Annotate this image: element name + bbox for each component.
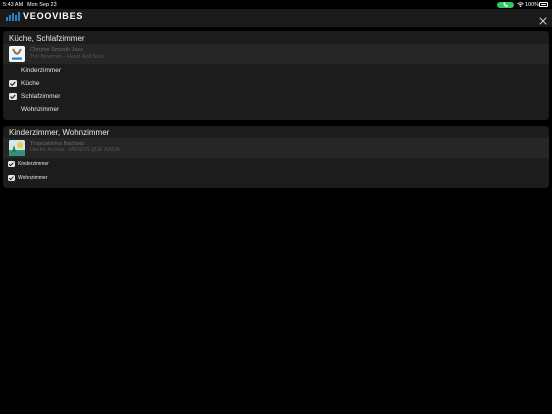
room-option-wohnzimmer[interactable]: Wohnzimmer — [3, 103, 549, 116]
room-option-kinderzimmer[interactable]: Kinderzimmer — [3, 64, 549, 77]
room-label: Wohnzimmer — [21, 105, 60, 113]
app-logo: VEOOVIBES — [6, 12, 83, 21]
close-icon — [539, 17, 547, 25]
room-label: Küche — [21, 79, 40, 87]
now-playing-track[interactable]: Tropicalisima Bachata Hector Acosta - ME… — [3, 138, 549, 158]
checkbox-checked-icon[interactable] — [9, 92, 17, 100]
track-artist: Tim Bowman - Heart And Soul — [30, 53, 104, 60]
group-card: Küche, Schlafzimmer Chrome Smooth Jazz T… — [3, 31, 549, 120]
track-artist: Hector Acosta - MENOS QUE NADA — [30, 147, 120, 153]
room-option-kinderzimmer[interactable]: Kinderzimmer — [3, 158, 549, 171]
status-time: 5:43 AM — [3, 1, 24, 8]
close-button[interactable] — [538, 13, 548, 25]
track-title: Chrome Smooth Jazz — [30, 46, 83, 53]
battery-icon — [539, 2, 548, 7]
group-title: Kinderzimmer, Wohnzimmer — [9, 128, 110, 137]
room-list: Kinderzimmer Wohnzimmer — [3, 158, 549, 186]
room-label: Kinderzimmer — [21, 66, 62, 74]
phone-icon[interactable] — [497, 1, 514, 8]
now-playing-track[interactable]: Chrome Smooth Jazz Tim Bowman - Heart An… — [3, 44, 549, 64]
album-cover — [9, 46, 25, 62]
room-label: Schlafzimmer — [21, 92, 61, 100]
checkbox-checked-icon[interactable] — [9, 79, 17, 87]
group-title: Küche, Schlafzimmer — [9, 34, 85, 43]
album-cover — [9, 140, 25, 156]
status-bar: 5:43 AM Mon Sep 23 100% — [0, 0, 552, 9]
room-option-schlafzimmer[interactable]: Schlafzimmer — [3, 90, 549, 103]
status-date: Mon Sep 23 — [27, 1, 57, 8]
room-label: Wohnzimmer — [18, 175, 48, 181]
room-option-wohnzimmer[interactable]: Wohnzimmer — [3, 172, 549, 185]
battery-percent: 100% — [525, 1, 540, 8]
group-card: Kinderzimmer, Wohnzimmer Tropicalisima B… — [3, 126, 549, 188]
logo-wordmark: VEOOVIBES — [23, 11, 84, 21]
room-option-kueche[interactable]: Küche — [3, 77, 549, 90]
track-title: Tropicalisima Bachata — [30, 140, 84, 147]
checkbox-checked-icon[interactable] — [8, 160, 15, 167]
room-list: Kinderzimmer Küche Schlafzimmer Wohnzimm… — [3, 64, 549, 118]
wifi-icon — [517, 1, 524, 7]
room-label: Kinderzimmer — [18, 161, 49, 167]
checkbox-checked-icon[interactable] — [8, 174, 15, 181]
app-header: VEOOVIBES — [0, 9, 552, 27]
logo-bars-icon — [6, 12, 20, 21]
